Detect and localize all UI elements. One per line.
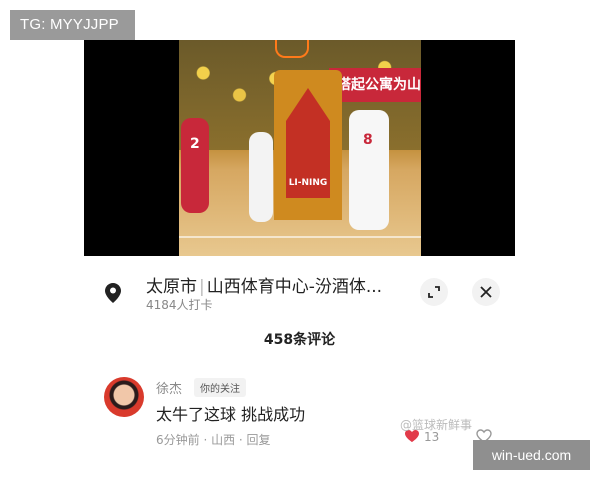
hoop-stanchion: LI-NING [274,70,342,220]
watermark-tg: TG: MYYJJPP [10,10,135,40]
player-white-defender: 8 [349,110,389,230]
location-title: 太原市 | 山西体育中心-汾酒体... [146,272,406,296]
player-red: 2 [181,118,209,213]
map-pin-icon [105,283,121,303]
watermark-site: win-ued.com [473,440,590,470]
close-icon [480,286,492,298]
court-line [179,236,421,238]
brand-logo: LI-NING [288,178,328,188]
avatar[interactable] [104,377,144,417]
location-header[interactable]: 太原市 | 山西体育中心-汾酒体... 4184人打卡 [84,256,515,326]
jersey-number-white: 8 [363,132,373,148]
expand-button[interactable] [420,278,448,306]
jersey-number-red: 2 [190,136,200,152]
arena-banner: 搭起公寓为山 [329,68,421,102]
comments-count: 458条评论 [263,332,336,348]
location-venue: 山西体育中心-汾酒体... [206,277,383,296]
video-player[interactable]: 搭起公寓为山 LI-NING 2 8 [84,40,515,256]
expand-icon [428,286,440,298]
location-comments-panel: 太原市 | 山西体育中心-汾酒体... 4184人打卡 458条评论 徐杰 你的关注… [84,256,515,480]
comment-author[interactable]: 徐杰 [156,378,182,397]
player-white-dribbling [249,132,273,222]
location-checkins: 4184人打卡 [146,298,213,312]
video-frame: 搭起公寓为山 LI-NING 2 8 [179,40,421,256]
location-city: 太原市 [146,277,197,296]
close-button[interactable] [472,278,500,306]
comment-text: 太牛了这球 挑战成功 [156,405,306,424]
watermark-weibo: @篮球新鲜事 [400,418,473,432]
comment-meta[interactable]: 6分钟前 · 山西 · 回复 [156,431,271,448]
location-separator: | [199,277,205,296]
basketball-hoop [275,40,309,58]
following-badge: 你的关注 [194,378,246,397]
